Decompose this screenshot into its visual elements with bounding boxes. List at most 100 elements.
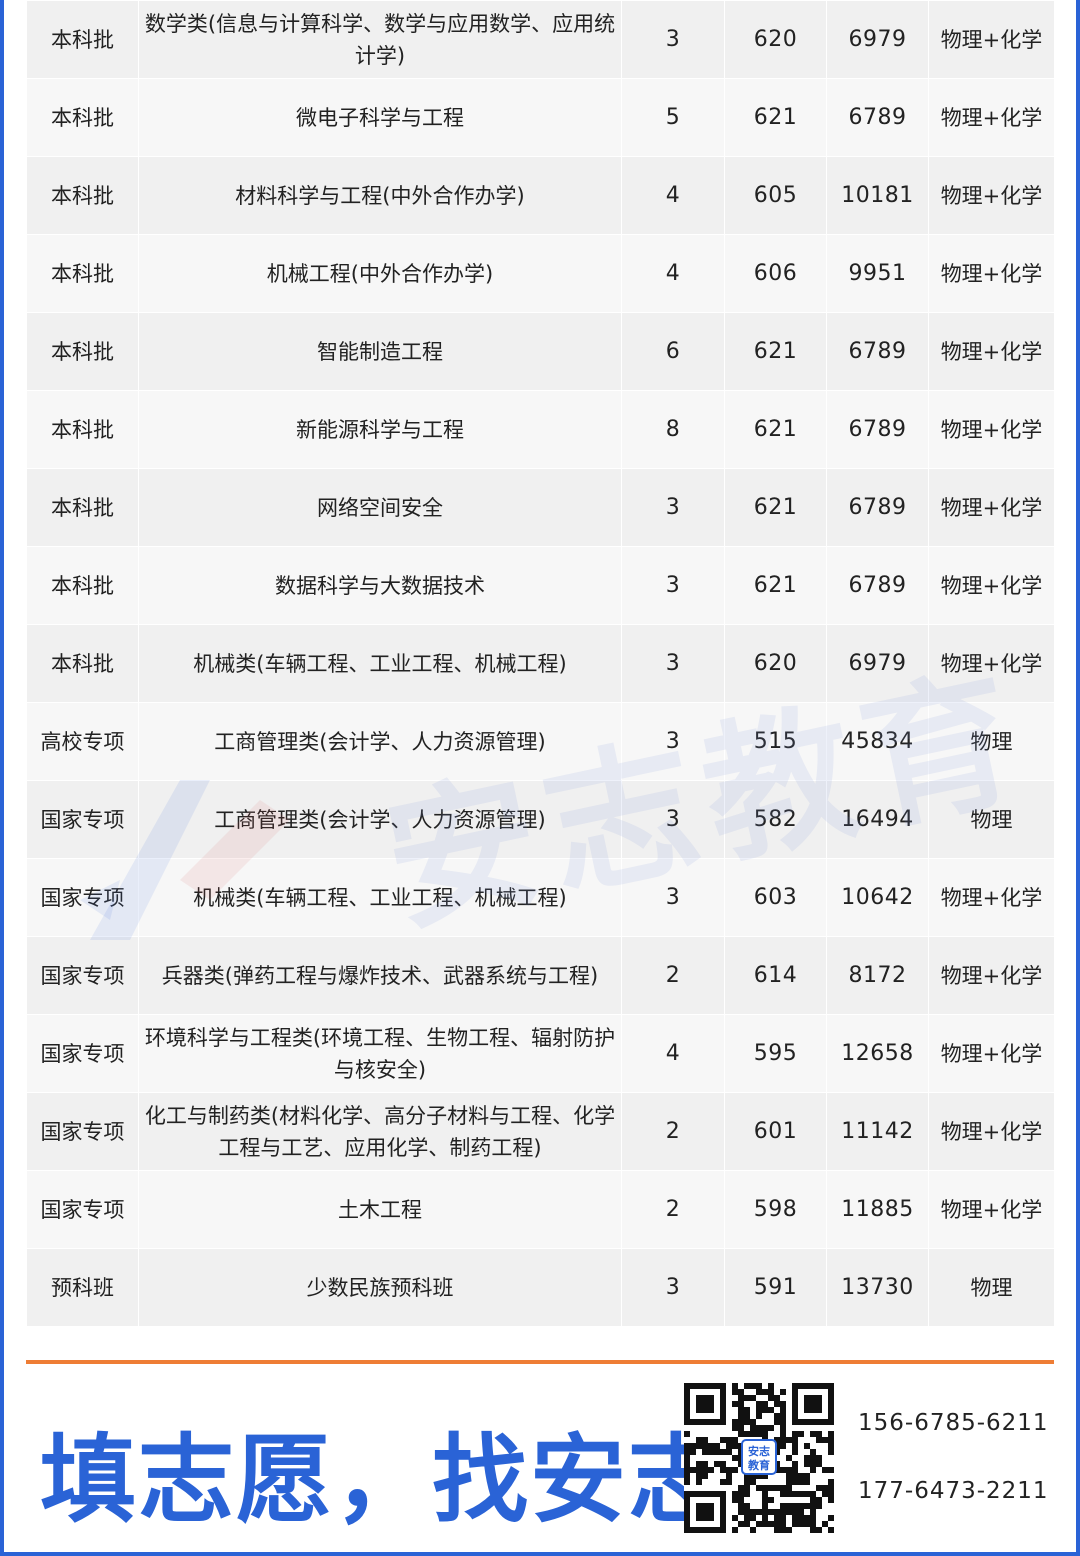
min-rank-cell: 11142 xyxy=(826,1092,929,1171)
major-cell: 土木工程 xyxy=(138,1170,622,1249)
batch-cell: 国家专项 xyxy=(26,1170,139,1249)
min-score-cell: 598 xyxy=(724,1170,827,1249)
table-row: 国家专项 环境科学与工程类(环境工程、生物工程、辐射防护与核安全) 4 595 1265… xyxy=(26,1014,1055,1093)
major-cell: 数学类(信息与计算科学、数学与应用数学、应用统计学) xyxy=(138,0,622,79)
subject-req-cell: 物理+化学 xyxy=(928,312,1055,391)
qr-badge-top: 安志 xyxy=(748,1444,770,1458)
min-score-cell: 515 xyxy=(724,702,827,781)
plan-count-cell: 3 xyxy=(621,468,725,547)
plan-count-cell: 4 xyxy=(621,234,725,313)
min-rank-cell: 10181 xyxy=(826,156,929,235)
plan-count-cell: 8 xyxy=(621,390,725,469)
min-rank-cell: 9951 xyxy=(826,234,929,313)
major-cell: 数据科学与大数据技术 xyxy=(138,546,622,625)
subject-req-cell: 物理+化学 xyxy=(928,1170,1055,1249)
table-row: 国家专项 机械类(车辆工程、工业工程、机械工程) 3 603 10642 物理+化学 xyxy=(26,858,1055,937)
batch-cell: 本科批 xyxy=(26,156,139,235)
score-table-body: 本科批 数学类(信息与计算科学、数学与应用数学、应用统计学) 3 620 6979 物理+… xyxy=(26,0,1055,1327)
batch-cell: 本科批 xyxy=(26,234,139,313)
min-rank-cell: 6979 xyxy=(826,0,929,79)
batch-cell: 国家专项 xyxy=(26,1014,139,1093)
subject-req-cell: 物理+化学 xyxy=(928,390,1055,469)
min-rank-cell: 8172 xyxy=(826,936,929,1015)
batch-cell: 本科批 xyxy=(26,468,139,547)
batch-cell: 本科批 xyxy=(26,78,139,157)
min-rank-cell: 16494 xyxy=(826,780,929,859)
min-rank-cell: 6789 xyxy=(826,312,929,391)
phone-number-2[interactable]: 177-6473-2211 xyxy=(858,1478,1049,1504)
subject-req-cell: 物理+化学 xyxy=(928,156,1055,235)
major-cell: 微电子科学与工程 xyxy=(138,78,622,157)
plan-count-cell: 2 xyxy=(621,1170,725,1249)
table-row: 本科批 机械类(车辆工程、工业工程、机械工程) 3 620 6979 物理+化学 xyxy=(26,624,1055,703)
major-cell: 新能源科学与工程 xyxy=(138,390,622,469)
subject-req-cell: 物理+化学 xyxy=(928,546,1055,625)
batch-cell: 国家专项 xyxy=(26,858,139,937)
subject-req-cell: 物理 xyxy=(928,702,1055,781)
min-rank-cell: 11885 xyxy=(826,1170,929,1249)
min-rank-cell: 6789 xyxy=(826,468,929,547)
table-row: 本科批 网络空间安全 3 621 6789 物理+化学 xyxy=(26,468,1055,547)
major-cell: 环境科学与工程类(环境工程、生物工程、辐射防护与核安全) xyxy=(138,1014,622,1093)
table-row: 本科批 智能制造工程 6 621 6789 物理+化学 xyxy=(26,312,1055,391)
plan-count-cell: 4 xyxy=(621,156,725,235)
major-cell: 工商管理类(会计学、人力资源管理) xyxy=(138,702,622,781)
major-cell: 兵器类(弹药工程与爆炸技术、武器系统与工程) xyxy=(138,936,622,1015)
min-score-cell: 621 xyxy=(724,78,827,157)
batch-cell: 国家专项 xyxy=(26,780,139,859)
min-score-cell: 614 xyxy=(724,936,827,1015)
table-row: 国家专项 土木工程 2 598 11885 物理+化学 xyxy=(26,1170,1055,1249)
qr-code-icon[interactable]: 安志 教育 xyxy=(684,1378,834,1538)
subject-req-cell: 物理 xyxy=(928,1248,1055,1327)
major-cell: 化工与制药类(材料化学、高分子材料与工程、化学工程与工艺、应用化学、制药工程) xyxy=(138,1092,622,1171)
min-score-cell: 620 xyxy=(724,0,827,79)
major-cell: 机械类(车辆工程、工业工程、机械工程) xyxy=(138,858,622,937)
phone-number-1[interactable]: 156-6785-6211 xyxy=(858,1410,1049,1436)
subject-req-cell: 物理+化学 xyxy=(928,936,1055,1015)
min-score-cell: 621 xyxy=(724,546,827,625)
table-row: 国家专项 化工与制药类(材料化学、高分子材料与工程、化学工程与工艺、应用化学、制药… xyxy=(26,1092,1055,1171)
footer-slogan: 填志愿，找安志 xyxy=(40,1424,726,1536)
min-score-cell: 621 xyxy=(724,390,827,469)
subject-req-cell: 物理+化学 xyxy=(928,624,1055,703)
subject-req-cell: 物理+化学 xyxy=(928,234,1055,313)
table-row: 本科批 材料科学与工程(中外合作办学) 4 605 10181 物理+化学 xyxy=(26,156,1055,235)
min-score-cell: 582 xyxy=(724,780,827,859)
min-rank-cell: 6789 xyxy=(826,546,929,625)
table-row: 国家专项 工商管理类(会计学、人力资源管理) 3 582 16494 物理 xyxy=(26,780,1055,859)
table-row: 预科班 少数民族预科班 3 591 13730 物理 xyxy=(26,1248,1055,1327)
subject-req-cell: 物理 xyxy=(928,780,1055,859)
table-row: 本科批 数据科学与大数据技术 3 621 6789 物理+化学 xyxy=(26,546,1055,625)
plan-count-cell: 3 xyxy=(621,1248,725,1327)
table-row: 本科批 新能源科学与工程 8 621 6789 物理+化学 xyxy=(26,390,1055,469)
batch-cell: 本科批 xyxy=(26,312,139,391)
batch-cell: 国家专项 xyxy=(26,936,139,1015)
table-row: 本科批 数学类(信息与计算科学、数学与应用数学、应用统计学) 3 620 6979 物理+… xyxy=(26,0,1055,79)
plan-count-cell: 2 xyxy=(621,936,725,1015)
subject-req-cell: 物理+化学 xyxy=(928,468,1055,547)
table-row: 国家专项 兵器类(弹药工程与爆炸技术、武器系统与工程) 2 614 8172 物理+化学 xyxy=(26,936,1055,1015)
plan-count-cell: 5 xyxy=(621,78,725,157)
plan-count-cell: 3 xyxy=(621,0,725,79)
min-rank-cell: 6789 xyxy=(826,78,929,157)
major-cell: 工商管理类(会计学、人力资源管理) xyxy=(138,780,622,859)
major-cell: 机械类(车辆工程、工业工程、机械工程) xyxy=(138,624,622,703)
qr-badge-bottom: 教育 xyxy=(747,1458,770,1472)
major-cell: 机械工程(中外合作办学) xyxy=(138,234,622,313)
major-cell: 网络空间安全 xyxy=(138,468,622,547)
batch-cell: 本科批 xyxy=(26,390,139,469)
min-rank-cell: 6979 xyxy=(826,624,929,703)
batch-cell: 本科批 xyxy=(26,546,139,625)
subject-req-cell: 物理+化学 xyxy=(928,1014,1055,1093)
table-row: 本科批 机械工程(中外合作办学) 4 606 9951 物理+化学 xyxy=(26,234,1055,313)
min-score-cell: 620 xyxy=(724,624,827,703)
min-score-cell: 621 xyxy=(724,312,827,391)
plan-count-cell: 4 xyxy=(621,1014,725,1093)
min-score-cell: 591 xyxy=(724,1248,827,1327)
table-row: 本科批 微电子科学与工程 5 621 6789 物理+化学 xyxy=(26,78,1055,157)
subject-req-cell: 物理+化学 xyxy=(928,78,1055,157)
min-score-cell: 601 xyxy=(724,1092,827,1171)
plan-count-cell: 3 xyxy=(621,702,725,781)
subject-req-cell: 物理+化学 xyxy=(928,0,1055,79)
min-rank-cell: 6789 xyxy=(826,390,929,469)
